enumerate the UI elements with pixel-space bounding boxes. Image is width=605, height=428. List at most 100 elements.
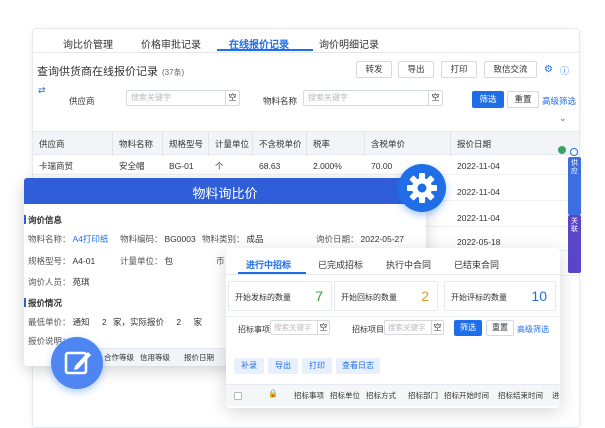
- material-code-key: 物料编码：: [120, 234, 163, 244]
- stat-card-tender-issued[interactable]: 开始发标的数量 7: [228, 281, 332, 311]
- inquiry-date-key: 询价日期：: [316, 234, 359, 244]
- tender-project-search-input[interactable]: 搜索关键字 空: [384, 320, 444, 335]
- bidding-print-button[interactable]: 打印: [302, 358, 332, 374]
- side-tab-related[interactable]: 关联: [568, 215, 581, 273]
- count-unit: 家: [193, 317, 203, 327]
- supplement-button[interactable]: 补录: [234, 358, 264, 374]
- col-tender-method[interactable]: 招标方式: [366, 385, 396, 407]
- page-title: 查询供货商在线报价记录 (37条): [37, 63, 184, 79]
- cell-quote-date: 2022-11-04: [457, 187, 500, 197]
- tab-inquiry-management[interactable]: 询比价管理: [63, 36, 113, 51]
- tab-bidding-ongoing[interactable]: 进行中招标: [246, 258, 291, 271]
- col-more[interactable]: 进: [552, 385, 560, 407]
- edit-badge: [51, 337, 103, 389]
- supplier-placeholder: 搜索关键字: [131, 93, 171, 102]
- col-tender-start[interactable]: 招标开始时间: [444, 385, 489, 407]
- swap-icon[interactable]: ⇄: [38, 85, 46, 96]
- unit-key: 计量单位：: [120, 256, 163, 266]
- min-price-value: 通知: [72, 317, 90, 327]
- tender-item-search-input[interactable]: 搜索关键字 空: [270, 320, 330, 335]
- col-tax-rate[interactable]: 税率: [307, 132, 365, 156]
- cell-supplier: 卡瑞商贸: [39, 161, 74, 171]
- gear-icon: [407, 173, 437, 203]
- col-tender-dept[interactable]: 招标部门: [408, 385, 438, 407]
- bidding-divider: [226, 316, 560, 317]
- quoted-count: 2: [176, 317, 182, 327]
- tender-project-label: 招标项目: [352, 325, 384, 334]
- material-placeholder: 搜索关键字: [308, 93, 348, 102]
- help-icon[interactable]: ⓘ: [560, 64, 569, 77]
- export-button[interactable]: 导出: [398, 61, 434, 78]
- bidding-tab-divider: [226, 274, 560, 275]
- bidding-filter-button[interactable]: 筛选: [454, 320, 482, 336]
- inquirer-key: 询价人员：: [28, 277, 71, 287]
- toggle-dot[interactable]: [570, 148, 578, 156]
- cell-tax-rate: 2.000%: [313, 161, 342, 171]
- tab-contract-ended[interactable]: 已结束合同: [454, 258, 499, 271]
- col-cooperation-level[interactable]: 合作等级: [100, 349, 134, 366]
- spec-field: 规格型号： A4-01: [28, 255, 95, 267]
- material-type-value: 成品: [246, 234, 264, 244]
- tender-item-clear-button[interactable]: 空: [317, 321, 329, 334]
- supplier-count: 2: [101, 317, 107, 327]
- tab-bidding-completed[interactable]: 已完成招标: [318, 258, 363, 271]
- unit-field: 计量单位：包: [120, 255, 173, 267]
- stat-label: 开始回标的数量: [341, 293, 397, 302]
- col-price-excl-tax[interactable]: 不含税单价: [253, 132, 307, 156]
- material-search-input[interactable]: 搜索关键字 空: [303, 90, 443, 106]
- bidding-export-button[interactable]: 导出: [268, 358, 298, 374]
- inquirer-value: 苑琪: [72, 277, 90, 287]
- record-count: (37条): [162, 68, 185, 77]
- tender-project-clear-button[interactable]: 空: [431, 321, 443, 334]
- tab-inquiry-detail[interactable]: 询价明细记录: [319, 36, 379, 51]
- col-tender-item[interactable]: 招标事项: [294, 385, 324, 407]
- chevron-down-icon[interactable]: ⌄: [559, 113, 567, 124]
- stat-value: 2: [421, 288, 429, 304]
- view-log-button[interactable]: 查看日志: [336, 358, 380, 374]
- stat-card-tender-evaluated[interactable]: 开始评标的数量 10: [444, 281, 556, 311]
- table-row[interactable]: 卡瑞商贸 安全帽 BG-01 个 68.63 2.000% 70.00 2022…: [33, 157, 579, 175]
- forward-button[interactable]: 转发: [356, 61, 392, 78]
- cell-quote-date: 2022-11-04: [457, 213, 500, 223]
- side-tab-related-label: 关联: [571, 218, 578, 233]
- stat-card-tender-returned[interactable]: 开始回标的数量 2: [334, 281, 438, 311]
- print-button[interactable]: 打印: [441, 61, 477, 78]
- material-name-value[interactable]: A4打印纸: [73, 234, 109, 244]
- tab-contract-executing[interactable]: 执行中合同: [386, 258, 431, 271]
- col-quote-date[interactable]: 报价日期: [180, 349, 214, 366]
- cell-price-incl-tax: 70.00: [371, 161, 393, 171]
- side-tab-supplier-label: 供应: [571, 160, 578, 175]
- cell-quote-date: 2022-11-04: [457, 161, 500, 171]
- advanced-filter-link[interactable]: 高级筛选: [542, 95, 576, 107]
- supplier-search-input[interactable]: 搜索关键字 空: [126, 90, 240, 106]
- material-clear-button[interactable]: 空: [428, 91, 442, 105]
- cell-spec: BG-01: [169, 161, 194, 171]
- supplier-clear-button[interactable]: 空: [225, 91, 239, 105]
- supplier-label: 供应商: [69, 96, 95, 106]
- bidding-advanced-filter-link[interactable]: 高级筛选: [517, 324, 549, 335]
- filter-button[interactable]: 筛选: [472, 91, 504, 108]
- col-tender-end[interactable]: 招标结束时间: [498, 385, 543, 407]
- unit-value: 包: [164, 256, 174, 266]
- col-spec[interactable]: 规格型号: [163, 132, 209, 156]
- cell-unit: 个: [215, 161, 224, 171]
- bidding-reset-button[interactable]: 重置: [486, 320, 514, 336]
- col-unit[interactable]: 计量单位: [209, 132, 253, 156]
- message-button[interactable]: 致信交流: [484, 61, 537, 78]
- edit-icon: [64, 351, 91, 375]
- stat-value: 7: [315, 288, 323, 304]
- col-material[interactable]: 物料名称: [113, 132, 163, 156]
- col-quote-date[interactable]: 报价日期: [451, 132, 561, 156]
- cell-price-excl-tax: 68.63: [259, 161, 281, 171]
- col-supplier[interactable]: 供应商: [33, 132, 113, 156]
- select-all-checkbox[interactable]: [234, 392, 242, 400]
- reset-button[interactable]: 重置: [507, 91, 539, 108]
- side-tab-supplier[interactable]: 供应: [568, 157, 581, 215]
- col-credit-level[interactable]: 信用等级: [136, 349, 170, 366]
- section-marker: [24, 298, 26, 307]
- col-tender-unit[interactable]: 招标单位: [330, 385, 360, 407]
- col-price-incl-tax[interactable]: 含税单价: [365, 132, 451, 156]
- tab-price-approval[interactable]: 价格审批记录: [141, 36, 201, 51]
- main-tabs: 询比价管理 价格审批记录 在线报价记录 询价明细记录: [33, 29, 579, 53]
- settings-icon[interactable]: ⚙: [544, 64, 553, 75]
